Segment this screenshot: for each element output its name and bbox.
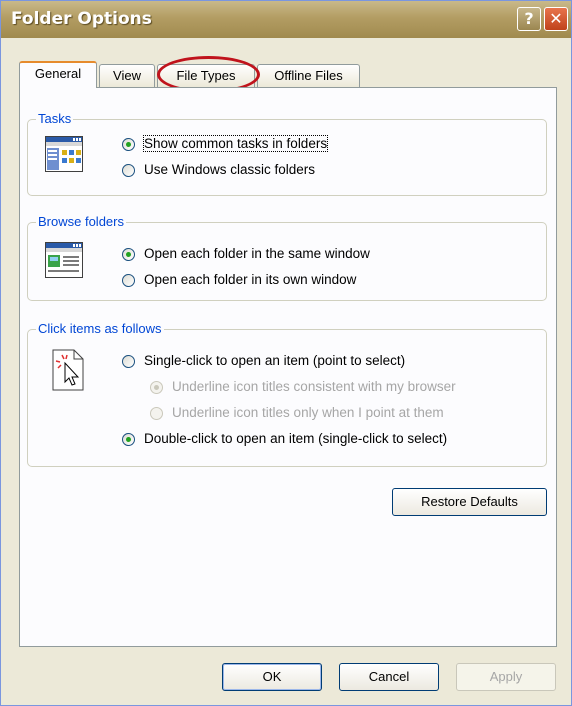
- window-title: Folder Options: [11, 9, 152, 29]
- underline-point-radio: [150, 407, 163, 420]
- help-icon: ?: [524, 9, 534, 28]
- classic-folders-label[interactable]: Use Windows classic folders: [144, 162, 315, 177]
- help-button[interactable]: ?: [517, 7, 541, 31]
- double-click-label[interactable]: Double-click to open an item (single-cli…: [144, 431, 447, 446]
- show-common-tasks-label[interactable]: Show common tasks in folders: [142, 135, 329, 152]
- underline-browser-radio: [150, 381, 163, 394]
- tasks-group-label: Tasks: [36, 111, 74, 126]
- tab-offline-files[interactable]: Offline Files: [257, 64, 360, 87]
- tab-view[interactable]: View: [99, 64, 155, 87]
- own-window-label[interactable]: Open each folder in its own window: [144, 272, 356, 287]
- browse-folders-group: Browse folders Open each folder in the s…: [27, 214, 547, 301]
- close-icon: ✕: [549, 9, 563, 28]
- close-button[interactable]: ✕: [544, 7, 568, 31]
- single-click-label[interactable]: Single-click to open an item (point to s…: [144, 353, 405, 368]
- tab-general[interactable]: General: [19, 61, 97, 88]
- click-items-group-label: Click items as follows: [36, 321, 164, 336]
- classic-folders-radio[interactable]: [122, 164, 135, 177]
- underline-point-label: Underline icon titles only when I point …: [172, 405, 444, 420]
- same-window-radio[interactable]: [122, 248, 135, 261]
- single-click-radio[interactable]: [122, 355, 135, 368]
- apply-button: Apply: [456, 663, 556, 691]
- show-common-tasks-radio[interactable]: [122, 138, 135, 151]
- tasks-view-icon: [45, 136, 83, 172]
- own-window-radio[interactable]: [122, 274, 135, 287]
- restore-defaults-button[interactable]: Restore Defaults: [392, 488, 547, 516]
- browse-folders-group-label: Browse folders: [36, 214, 126, 229]
- underline-browser-label: Underline icon titles consistent with my…: [172, 379, 456, 394]
- cursor-document-icon: [52, 349, 84, 391]
- title-bar[interactable]: Folder Options ? ✕: [1, 1, 571, 38]
- tasks-group: Tasks Show common tasks in folders Use W…: [27, 111, 547, 196]
- folder-options-window: Folder Options ? ✕ General View File Typ…: [0, 0, 572, 706]
- click-items-group: Click items as follows Single-click to o…: [27, 321, 547, 467]
- cancel-button[interactable]: Cancel: [339, 663, 439, 691]
- ok-button[interactable]: OK: [222, 663, 322, 691]
- browse-window-icon: [45, 242, 83, 278]
- double-click-radio[interactable]: [122, 433, 135, 446]
- same-window-label[interactable]: Open each folder in the same window: [144, 246, 370, 261]
